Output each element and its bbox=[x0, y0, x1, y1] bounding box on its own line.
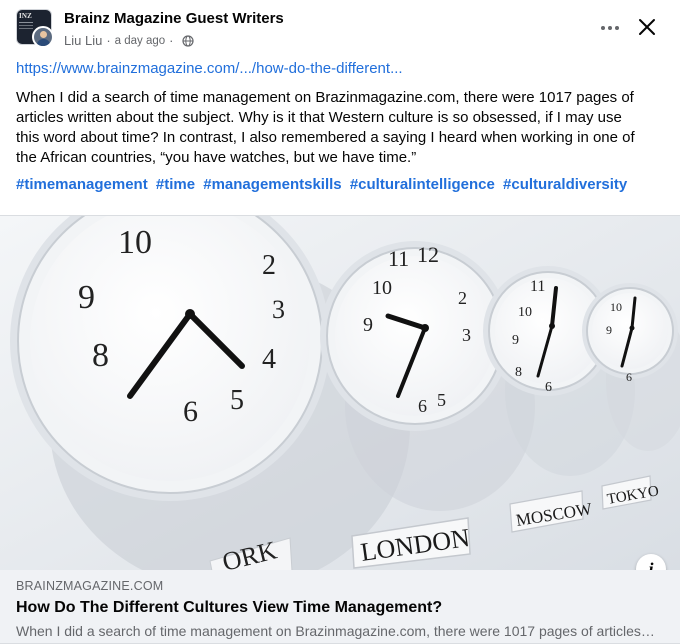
svg-text:5: 5 bbox=[437, 390, 446, 410]
svg-text:9: 9 bbox=[78, 279, 95, 316]
hashtag-link[interactable]: #culturalintelligence bbox=[350, 176, 495, 193]
post-body-text: When I did a search of time management o… bbox=[16, 89, 635, 166]
svg-text:6: 6 bbox=[183, 395, 198, 428]
meta-separator: · bbox=[106, 33, 111, 48]
avatar-head bbox=[40, 31, 47, 38]
hashtag-link[interactable]: #culturaldiversity bbox=[503, 176, 627, 193]
svg-text:6: 6 bbox=[418, 396, 427, 416]
svg-text:12: 12 bbox=[417, 242, 439, 267]
group-avatar-text: INZ bbox=[19, 12, 33, 20]
svg-text:3: 3 bbox=[462, 325, 471, 345]
svg-text:6: 6 bbox=[626, 370, 632, 384]
hashtag-link[interactable]: #timemanagement bbox=[16, 176, 148, 193]
post-image[interactable]: 10 2 3 4 5 6 9 8 11 12 10 9 2 3 6 5 11 1… bbox=[0, 215, 680, 570]
hashtag-list: #timemanagement #time #managementskills … bbox=[16, 176, 631, 193]
svg-text:8: 8 bbox=[515, 365, 522, 380]
more-dot-3 bbox=[615, 26, 619, 30]
close-icon[interactable] bbox=[632, 12, 662, 42]
svg-text:6: 6 bbox=[545, 380, 552, 395]
more-dot-1 bbox=[601, 26, 605, 30]
author-name-link[interactable]: Liu Liu bbox=[64, 33, 102, 48]
avatar-body bbox=[37, 39, 50, 46]
globe-icon[interactable] bbox=[181, 34, 194, 47]
post-url-link[interactable]: https://www.brainzmagazine.com/.../how-d… bbox=[16, 60, 403, 77]
svg-text:10: 10 bbox=[118, 224, 152, 261]
post-timestamp[interactable]: a day ago bbox=[115, 35, 166, 47]
more-dot-2 bbox=[608, 26, 612, 30]
group-avatar-graphic bbox=[19, 22, 33, 23]
svg-text:10: 10 bbox=[518, 305, 532, 320]
svg-text:3: 3 bbox=[272, 295, 285, 324]
svg-text:2: 2 bbox=[458, 288, 467, 308]
svg-text:10: 10 bbox=[610, 300, 622, 314]
svg-text:11: 11 bbox=[388, 246, 409, 271]
svg-text:8: 8 bbox=[92, 337, 109, 374]
more-options-icon[interactable] bbox=[596, 14, 624, 42]
hashtag-link[interactable]: #time bbox=[156, 176, 195, 193]
svg-text:4: 4 bbox=[262, 344, 276, 375]
post-meta: Liu Liu · a day ago · bbox=[64, 33, 194, 48]
link-card-description: When I did a search of time management o… bbox=[16, 623, 656, 639]
svg-text:2: 2 bbox=[262, 250, 276, 281]
clock-london: 11 12 10 9 2 3 6 5 bbox=[320, 241, 510, 431]
svg-text:11: 11 bbox=[530, 278, 545, 295]
svg-text:5: 5 bbox=[230, 385, 244, 416]
post-header: INZ Brainz Magazine Guest Writers Liu Li… bbox=[0, 0, 680, 60]
hashtag-link[interactable]: #managementskills bbox=[203, 176, 341, 193]
link-card-title[interactable]: How Do The Different Cultures View Time … bbox=[16, 599, 442, 617]
author-avatar[interactable] bbox=[32, 26, 54, 48]
group-name-link[interactable]: Brainz Magazine Guest Writers bbox=[64, 10, 284, 27]
svg-text:10: 10 bbox=[372, 277, 392, 299]
svg-text:9: 9 bbox=[512, 333, 519, 348]
meta-separator-2: · bbox=[169, 33, 174, 48]
link-preview-card[interactable]: BRAINZMAGAZINE.COM How Do The Different … bbox=[0, 570, 680, 644]
link-card-domain: BRAINZMAGAZINE.COM bbox=[16, 579, 164, 593]
svg-text:9: 9 bbox=[363, 314, 373, 336]
clocks-illustration: 10 2 3 4 5 6 9 8 11 12 10 9 2 3 6 5 11 1… bbox=[0, 216, 680, 570]
svg-text:9: 9 bbox=[606, 323, 612, 337]
